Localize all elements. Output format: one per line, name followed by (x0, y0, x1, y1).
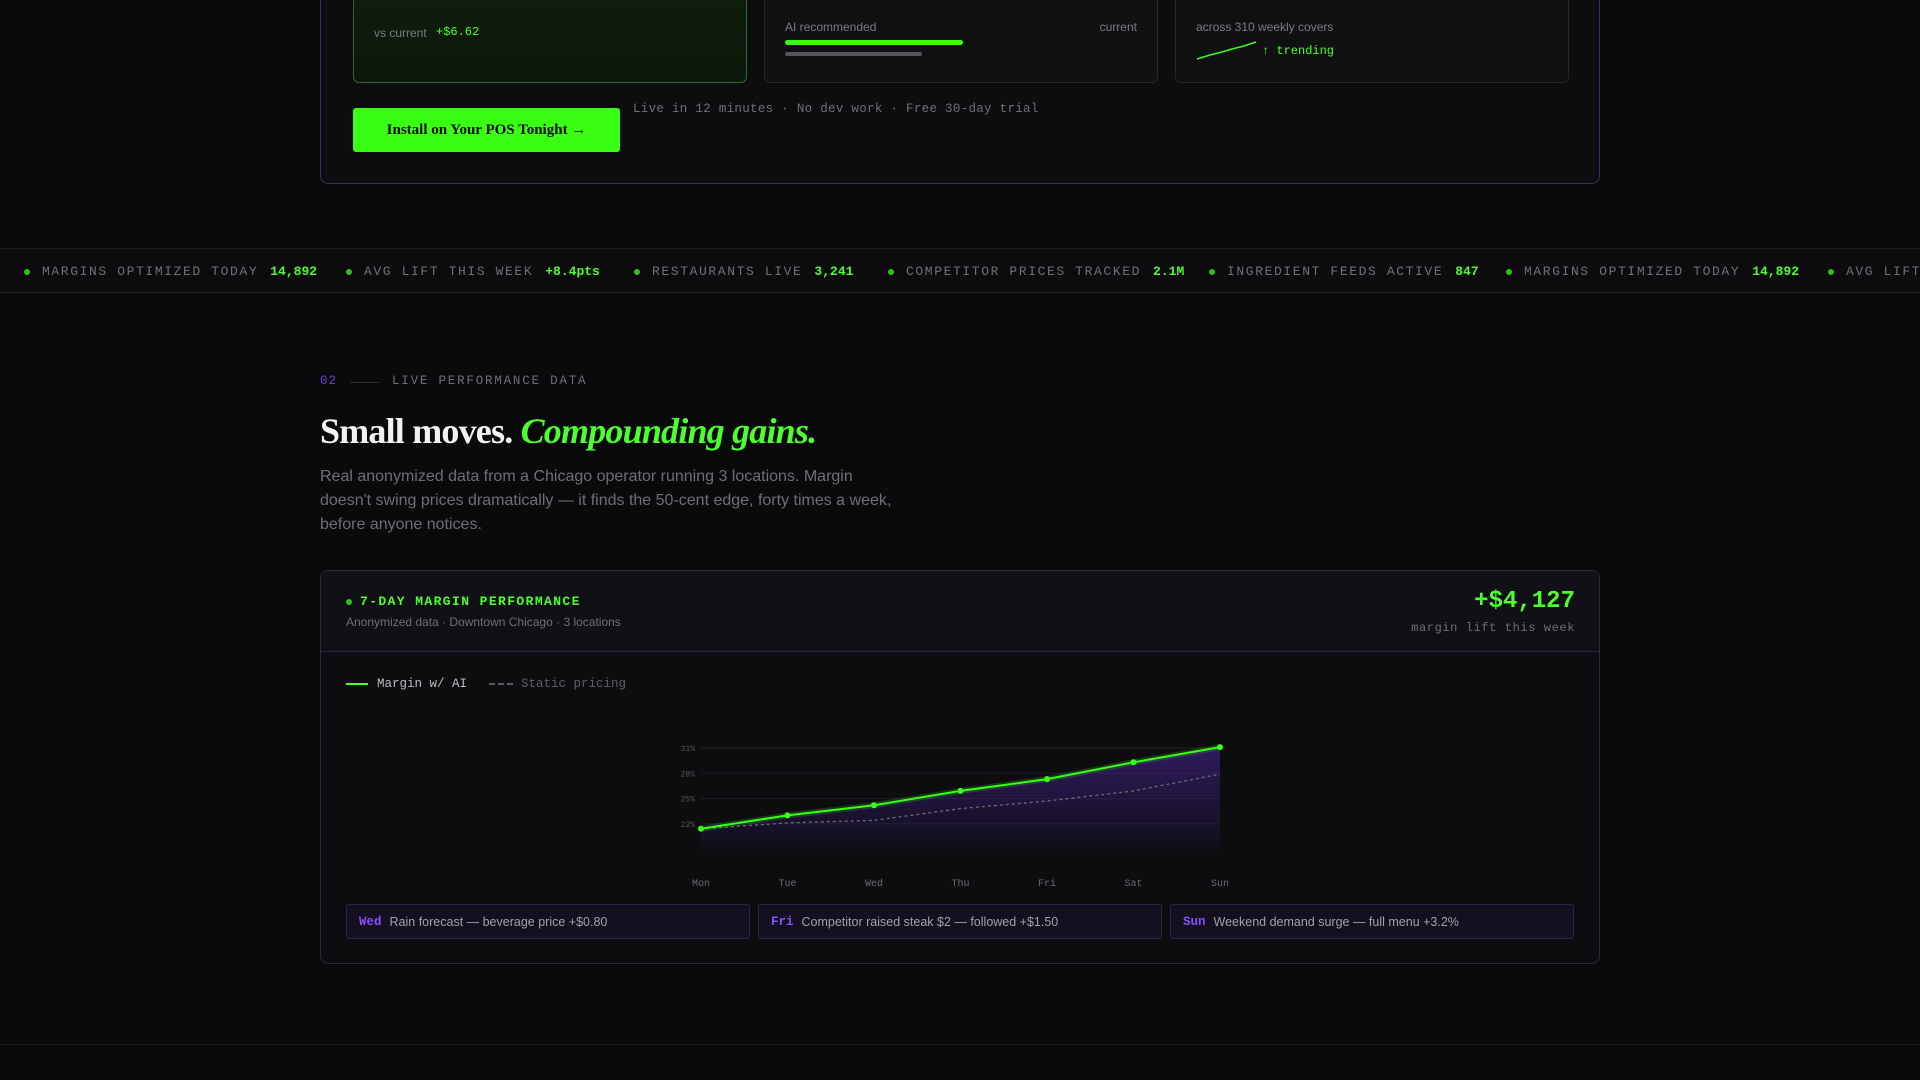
trending-label: ↑ trending (1262, 44, 1335, 58)
ticker-label: AVG LIFT (1846, 264, 1920, 279)
performance-card: 7-DAY MARGIN PERFORMANCE Anonymized data… (320, 570, 1600, 964)
ai-data-point (1217, 744, 1223, 751)
x-tick-label: Sun (1211, 879, 1229, 890)
status-dot-icon (24, 268, 30, 275)
status-dot-icon (346, 268, 352, 275)
ticker-item: AVG LIFT THIS WEEK +8.4pts (346, 249, 600, 292)
ai-data-point (1044, 776, 1050, 783)
section-divider (350, 382, 380, 383)
ai-data-point (871, 802, 877, 809)
section-headline: Small moves. Compounding gains. (320, 410, 818, 452)
cta-note: Live in 12 minutes · No dev work · Free … (633, 102, 1039, 116)
note-day: Wed (359, 914, 382, 929)
section-number: 02 (320, 374, 338, 388)
headline-accent: Compounding gains. (520, 411, 818, 451)
x-tick-label: Sat (1124, 879, 1142, 890)
note-text: Competitor raised steak $2 — followed +$… (801, 914, 1059, 929)
event-note: Sun Weekend demand surge — full menu +3.… (1170, 904, 1574, 939)
status-dot-icon (1506, 268, 1512, 275)
x-tick-label: Thu (951, 878, 969, 890)
current-label: current (1099, 20, 1137, 34)
ai-data-point (698, 825, 704, 832)
footer-divider (0, 1044, 1920, 1045)
install-pos-button[interactable]: Install on Your POS Tonight → (353, 108, 620, 152)
ticker-label: RESTAURANTS LIVE (652, 264, 803, 279)
recommendation-box: AI recommended current (764, 0, 1158, 83)
ticker-label: INGREDIENT FEEDS ACTIVE (1227, 264, 1444, 279)
ticker-label: AVG LIFT THIS WEEK (364, 264, 534, 279)
ai-data-point (957, 787, 964, 794)
ticker-item: MARGINS OPTIMIZED TODAY 14,892 (1506, 249, 1800, 292)
ai-recommended-label: AI recommended (785, 20, 877, 34)
current-price-bar (785, 52, 923, 56)
covers-caption: across 310 weekly covers (1196, 20, 1334, 34)
pricing-demo-card: vs current +$6.62 AI recommended current… (320, 0, 1600, 184)
ai-data-point (1130, 759, 1137, 766)
margin-line-chart: 22% 25% 28% 31% Mon Tue Wed Thu Fri Sat Sun (681, 744, 1229, 890)
ticker-value: 847 (1455, 264, 1479, 279)
y-tick-label: 25% (681, 796, 696, 805)
ticker-value: 2.1M (1153, 264, 1185, 279)
ticker-label: MARGINS OPTIMIZED TODAY (1524, 264, 1741, 279)
ticker-value: 14,892 (270, 264, 318, 279)
y-tick-label: 31% (681, 745, 696, 754)
ticker-value: 14,892 (1752, 264, 1800, 279)
status-dot-icon (1209, 268, 1215, 275)
headline-plain: Small moves. (320, 411, 513, 451)
price-lift-box: vs current +$6.62 (353, 0, 747, 83)
x-tick-label: Tue (778, 879, 796, 890)
y-tick-label: 22% (681, 821, 696, 830)
ticker-item: INGREDIENT FEEDS ACTIVE 847 (1209, 249, 1479, 292)
note-text: Rain forecast — beverage price +$0.80 (389, 914, 608, 929)
section-lede: Real anonymized data from a Chicago oper… (320, 468, 892, 533)
ticker-label: MARGINS OPTIMIZED TODAY (42, 264, 259, 279)
ticker-item: COMPETITOR PRICES TRACKED 2.1M (888, 249, 1185, 292)
event-notes: Wed Rain forecast — beverage price +$0.8… (346, 904, 1574, 939)
ticker-item: MARGINS OPTIMIZED TODAY 14,892 (24, 249, 318, 292)
y-tick-label: 28% (681, 770, 696, 779)
status-dot-icon (888, 268, 894, 275)
note-day: Fri (771, 914, 794, 929)
x-tick-label: Mon (692, 879, 710, 890)
ticker-value: 3,241 (814, 264, 854, 279)
section-label: LIVE PERFORMANCE DATA (392, 374, 588, 388)
status-dot-icon (1828, 268, 1834, 275)
status-dot-icon (634, 268, 640, 275)
sparkline-icon (1196, 41, 1257, 60)
trend-box: across 310 weekly covers ↑ trending (1175, 0, 1569, 83)
event-note: Wed Rain forecast — beverage price +$0.8… (346, 904, 750, 939)
note-day: Sun (1183, 914, 1206, 929)
stats-ticker: MARGINS OPTIMIZED TODAY 14,892 AVG LIFT … (0, 248, 1920, 293)
ai-recommended-bar (785, 40, 964, 45)
note-text: Weekend demand surge — full menu +3.2% (1213, 914, 1459, 929)
x-tick-label: Wed (865, 878, 883, 890)
ticker-value: +8.4pts (545, 264, 600, 279)
vs-current-value: +$6.62 (436, 25, 480, 39)
ai-data-point (784, 812, 791, 819)
x-tick-label: Fri (1038, 878, 1056, 890)
ticker-label: COMPETITOR PRICES TRACKED (906, 264, 1142, 279)
ticker-item: AVG LIFT (1828, 249, 1920, 292)
ticker-item: RESTAURANTS LIVE 3,241 (634, 249, 854, 292)
vs-current-label: vs current (374, 26, 427, 40)
event-note: Fri Competitor raised steak $2 — followe… (758, 904, 1162, 939)
